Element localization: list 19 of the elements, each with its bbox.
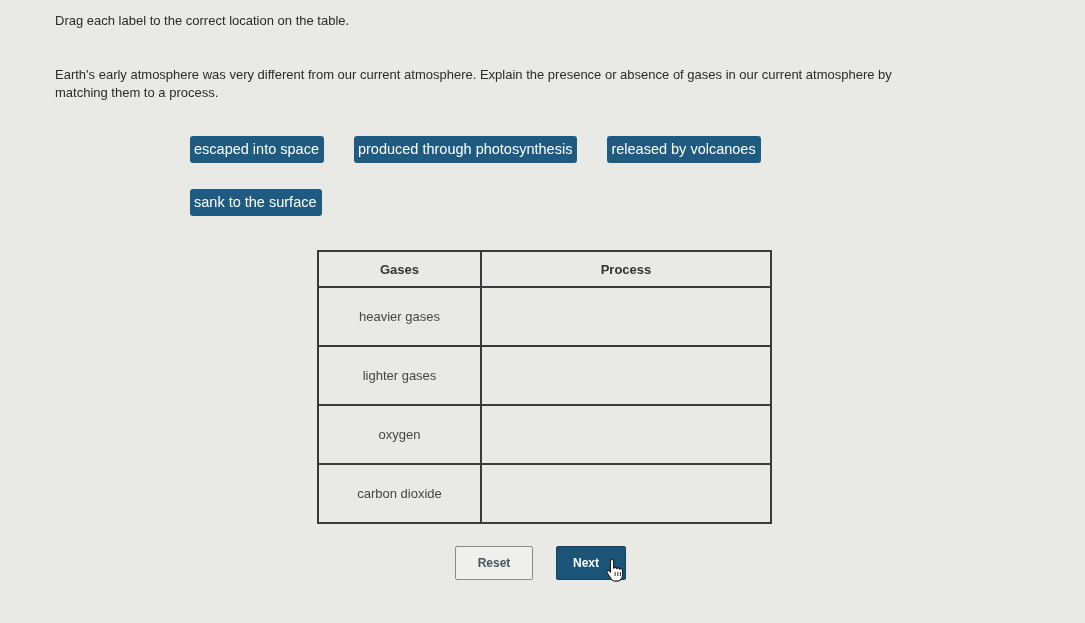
- drop-zone[interactable]: [481, 405, 771, 464]
- column-header: Gases: [318, 251, 481, 287]
- draggable-label[interactable]: produced through photosynthesis: [353, 136, 578, 163]
- column-header: Process: [481, 251, 771, 287]
- instruction-text: Drag each label to the correct location on the table.: [55, 13, 351, 29]
- drop-zone[interactable]: [481, 346, 771, 405]
- drop-zone[interactable]: [481, 464, 771, 523]
- reset-button[interactable]: Reset: [455, 546, 533, 580]
- table-cell: carbon dioxide: [318, 464, 481, 523]
- question-text: Earth's early atmosphere was very different from our current atmosphere. Explain the presence or absence of gases in our current atmosphere by matching them to a process.: [55, 66, 893, 102]
- next-button[interactable]: Next: [556, 546, 626, 580]
- table-cell: oxygen: [318, 405, 481, 464]
- table-cell: heavier gases: [318, 287, 481, 346]
- draggable-label[interactable]: escaped into space: [190, 136, 324, 163]
- table-cell: lighter gases: [318, 346, 481, 405]
- hand-cursor-icon: [606, 558, 624, 582]
- draggable-label[interactable]: sank to the surface: [190, 189, 322, 216]
- draggable-label[interactable]: released by volcanoes: [607, 136, 761, 163]
- drop-zone[interactable]: [481, 287, 771, 346]
